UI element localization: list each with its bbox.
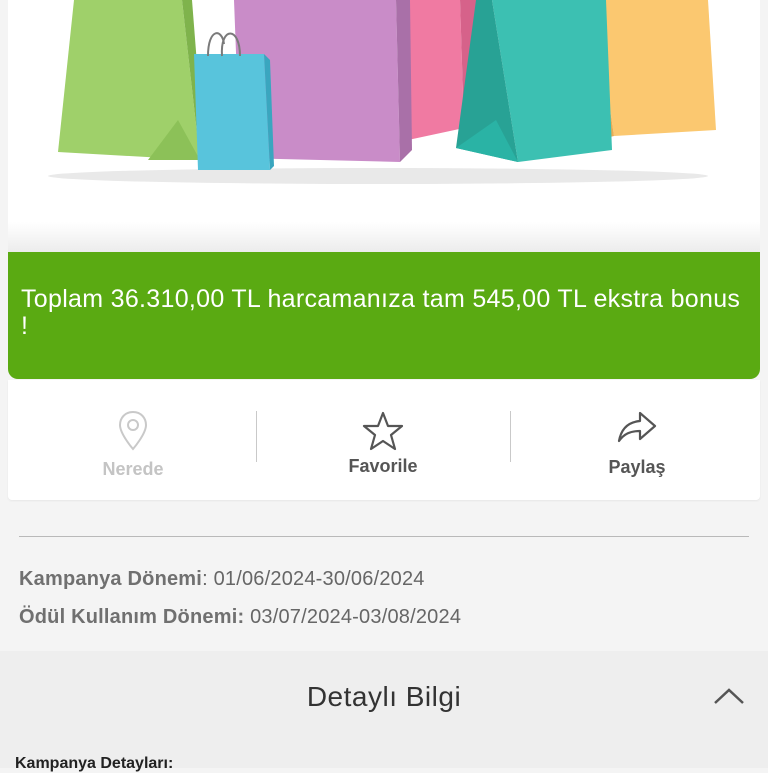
shopping-bags-illustration	[48, 0, 716, 184]
reward-period-value: 03/07/2024-03/08/2024	[244, 606, 462, 628]
reward-period-label: Ödül Kullanım Dönemi:	[19, 606, 245, 628]
divider	[510, 411, 511, 462]
section-divider	[19, 536, 749, 537]
bonus-banner-text: Toplam 36.310,00 TL harcamanıza tam 545,…	[21, 285, 741, 340]
favorite-button[interactable]: Favorile	[258, 380, 508, 500]
share-button[interactable]: Paylaş	[512, 380, 762, 500]
star-icon	[362, 411, 404, 451]
location-button[interactable]: Nerede	[8, 380, 258, 500]
location-label: Nerede	[102, 459, 164, 479]
location-pin-icon	[118, 410, 148, 451]
share-arrow-icon	[617, 411, 657, 443]
favorite-label: Favorile	[348, 456, 418, 476]
campaign-period-label: Kampanya Dönemi	[19, 568, 203, 590]
campaign-period: Kampanya Dönemi: 01/06/2024-30/06/2024	[19, 568, 425, 591]
divider	[256, 411, 257, 462]
campaign-details-heading: Kampanya Detayları:	[15, 755, 174, 772]
bonus-banner: Toplam 36.310,00 TL harcamanıza tam 545,…	[8, 252, 760, 379]
hero-shade	[8, 222, 760, 252]
chevron-up-icon[interactable]	[712, 685, 746, 707]
details-title: Detaylı Bilgi	[306, 681, 462, 712]
campaign-period-value: : 01/06/2024-30/06/2024	[202, 568, 425, 590]
hero-image	[8, 0, 760, 252]
details-accordion[interactable]: Detaylı Bilgi Kampanya Detayları:	[0, 651, 768, 772]
reward-period: Ödül Kullanım Dönemi: 03/07/2024-03/08/2…	[19, 606, 461, 629]
action-bar: Nerede Favorile Paylaş	[8, 380, 760, 500]
share-label: Paylaş	[608, 457, 666, 477]
